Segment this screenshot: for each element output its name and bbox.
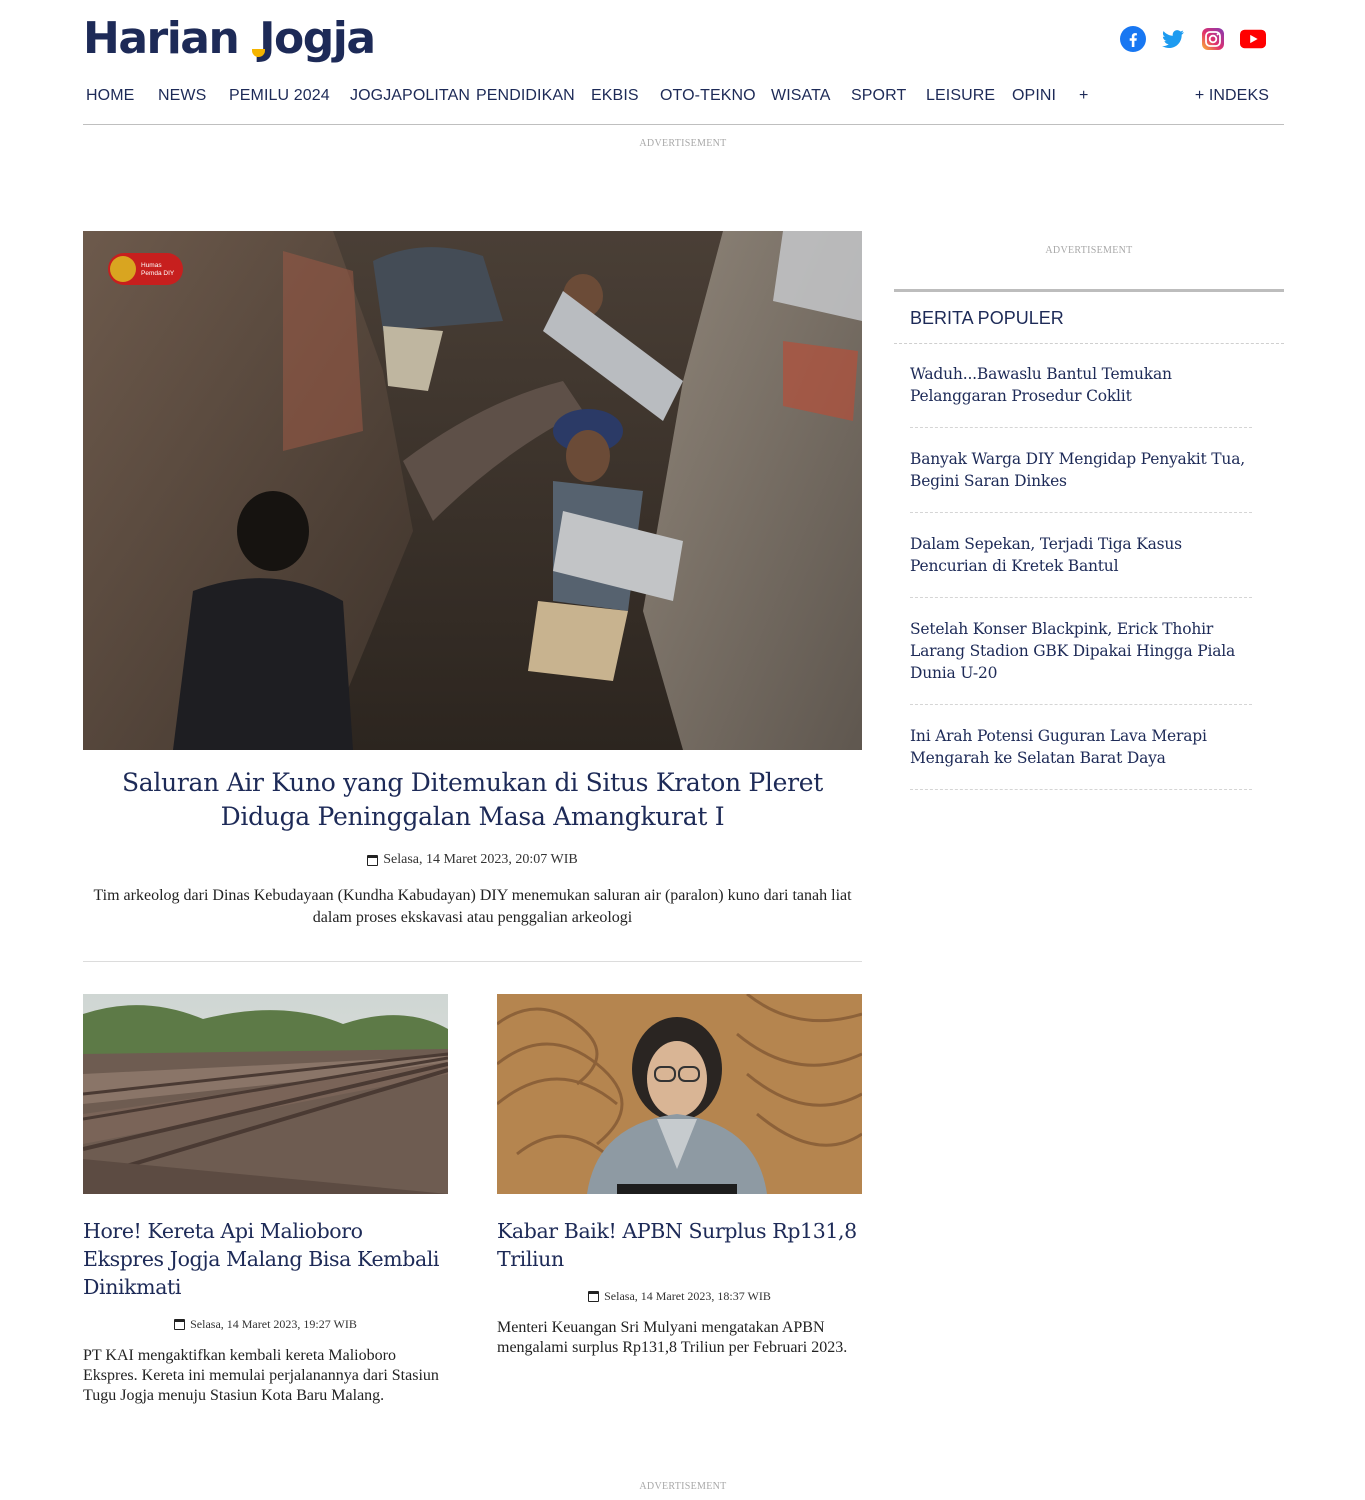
article-card-apbn: Kabar Baik! APBN Surplus Rp131,8 Triliun… [496, 992, 863, 1358]
nav-wisata[interactable]: WISATA [771, 84, 831, 108]
popular-news-widget: BERITA POPULER Waduh...Bawaslu Bantul Te… [894, 289, 1284, 790]
railway-photo [82, 994, 449, 1194]
article-card-train: Hore! Kereta Api Malioboro Ekspres Jogja… [82, 994, 449, 1406]
nav-opini[interactable]: OPINI [1012, 84, 1056, 108]
popular-news-item[interactable]: Banyak Warga DIY Mengidap Penyakit Tua, … [910, 428, 1252, 513]
bottom-ad-label: ADVERTISEMENT [639, 1481, 727, 1492]
site-logo[interactable]: Harian Jogja [83, 10, 376, 68]
nav-pendidikan[interactable]: PENDIDIKAN [476, 84, 575, 108]
article-card-date-text: Selasa, 14 Maret 2023, 19:27 WIB [190, 1317, 357, 1331]
nav-sport[interactable]: SPORT [851, 84, 906, 108]
divider [83, 961, 862, 962]
excavation-photo: Humas Pemda DIY [83, 231, 862, 750]
nav-more[interactable]: + [1079, 84, 1088, 108]
nav-pemilu-2024[interactable]: PEMILU 2024 [229, 84, 330, 108]
instagram-icon[interactable] [1200, 26, 1226, 52]
hero-article-image[interactable]: Humas Pemda DIY [83, 231, 862, 750]
calendar-icon [367, 854, 379, 866]
popular-news-item[interactable]: Waduh...Bawaslu Bantul Temukan Pelanggar… [910, 344, 1252, 428]
nav-news[interactable]: NEWS [158, 84, 206, 108]
nav-leisure[interactable]: LEISURE [926, 84, 995, 108]
nav-ekbis[interactable]: EKBIS [591, 84, 639, 108]
article-card-description: Menteri Keuangan Sri Mulyani mengatakan … [497, 1319, 848, 1356]
popular-news-list: Waduh...Bawaslu Bantul Temukan Pelanggar… [894, 344, 1268, 790]
article-card-title[interactable]: Hore! Kereta Api Malioboro Ekspres Jogja… [83, 1217, 448, 1301]
press-conference-photo [496, 992, 863, 1194]
nav-home[interactable]: HOME [86, 84, 134, 108]
article-card-date: Selasa, 14 Maret 2023, 18:37 WIB [497, 1289, 862, 1304]
calendar-icon [588, 1291, 600, 1302]
nav-indeks[interactable]: + INDEKS [1195, 84, 1269, 108]
article-card-image[interactable] [82, 994, 449, 1198]
logo-text-jogja: Jogja [259, 13, 376, 64]
hero-article-title[interactable]: Saluran Air Kuno yang Ditemukan di Situs… [83, 766, 862, 834]
site-header: Harian Jogja HOME NEWS PEMILU 2024 JOGJA… [83, 0, 1284, 125]
facebook-icon[interactable] [1120, 26, 1146, 52]
social-links [1120, 26, 1266, 52]
article-card-date: Selasa, 14 Maret 2023, 19:27 WIB [83, 1317, 448, 1332]
article-card-date-text: Selasa, 14 Maret 2023, 18:37 WIB [604, 1289, 771, 1303]
hero-article-description: Tim arkeolog dari Dinas Kebudayaan (Kund… [93, 887, 852, 926]
popular-news-item[interactable]: Dalam Sepekan, Terjadi Tiga Kasus Pencur… [910, 513, 1252, 598]
popular-news-item[interactable]: Ini Arah Potensi Guguran Lava Merapi Men… [910, 705, 1252, 790]
twitter-icon[interactable] [1160, 26, 1186, 52]
hero-date-text: Selasa, 14 Maret 2023, 20:07 WIB [383, 852, 578, 867]
youtube-icon[interactable] [1240, 26, 1266, 52]
nav-jogjapolitan[interactable]: JOGJAPOLITAN [350, 84, 470, 108]
main-nav: HOME NEWS PEMILU 2024 JOGJAPOLITAN PENDI… [83, 84, 1284, 108]
article-card-title[interactable]: Kabar Baik! APBN Surplus Rp131,8 Triliun [497, 1217, 862, 1273]
calendar-icon [174, 1319, 186, 1330]
sidebar-ad-label: ADVERTISEMENT [1045, 245, 1133, 256]
article-card-image[interactable] [496, 992, 863, 1198]
popular-news-heading: BERITA POPULER [894, 292, 1284, 344]
logo-text-harian: Harian [83, 13, 240, 64]
popular-news-item[interactable]: Setelah Konser Blackpink, Erick Thohir L… [910, 598, 1252, 705]
top-ad-label: ADVERTISEMENT [639, 138, 727, 149]
article-card-description: PT KAI mengaktifkan kembali kereta Malio… [83, 1347, 439, 1404]
hero-article-date: Selasa, 14 Maret 2023, 20:07 WIB [83, 852, 862, 868]
nav-oto-tekno[interactable]: OTO-TEKNO [660, 84, 756, 108]
